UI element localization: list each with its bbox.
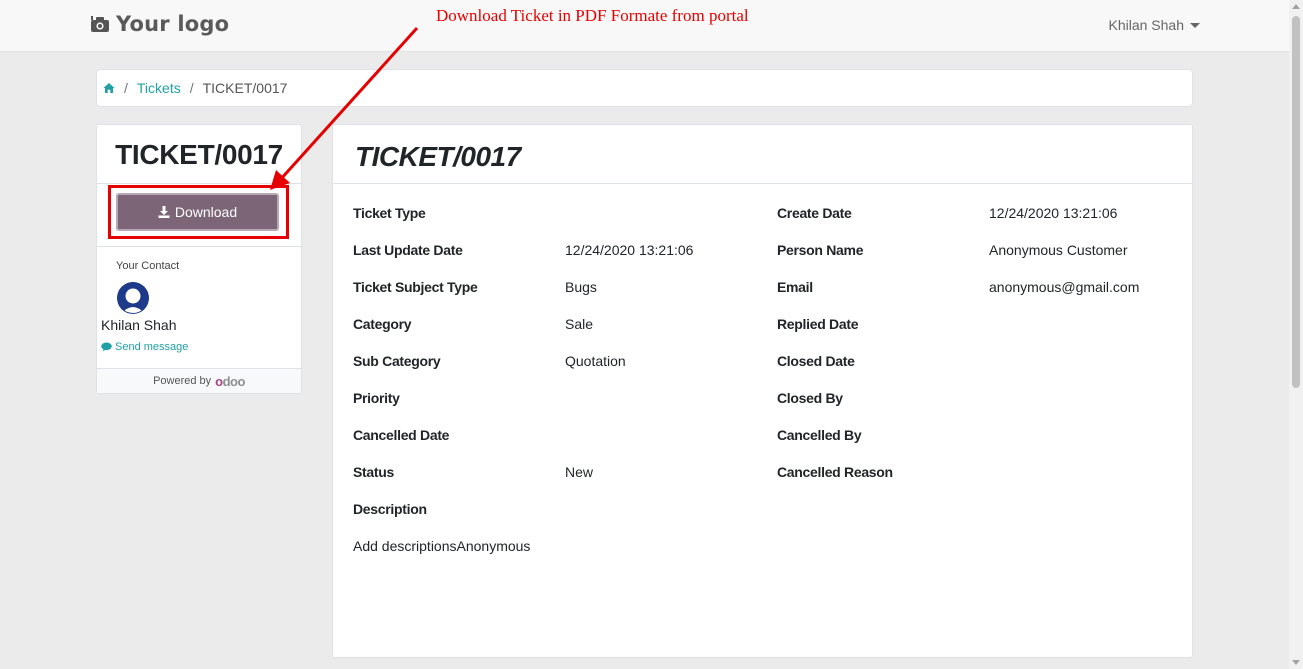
user-name: Khilan Shah	[1108, 17, 1184, 33]
field-value-status: New	[565, 464, 594, 480]
breadcrumb-tickets-link[interactable]: Tickets	[137, 80, 181, 96]
field-label-person-name: Person Name	[777, 242, 864, 258]
field-value-last-update-date: 12/24/2020 13:21:06	[565, 242, 694, 258]
ticket-title: TICKET/0017	[355, 141, 521, 172]
caret-down-icon	[1190, 22, 1200, 28]
field-label-closed-date: Closed Date	[777, 353, 855, 369]
field-label-sub-category: Sub Category	[353, 353, 441, 369]
logo-text: Your logo	[116, 12, 230, 36]
user-menu-dropdown[interactable]: Khilan Shah	[1108, 17, 1200, 33]
comment-icon	[101, 342, 112, 352]
field-label-description: Description	[353, 501, 427, 517]
ticket-sidebar-card: TICKET/0017 Download Your Contact Khilan…	[96, 124, 302, 394]
field-label-email: Email	[777, 279, 813, 295]
page-scrollbar[interactable]	[1289, 0, 1303, 669]
send-message-link[interactable]: Send message	[101, 341, 188, 353]
camera-icon	[91, 16, 109, 32]
field-label-category: Category	[353, 316, 412, 332]
field-value-create-date: 12/24/2020 13:21:06	[989, 205, 1118, 221]
avatar	[117, 282, 149, 314]
divider	[97, 246, 301, 247]
breadcrumb: / Tickets / TICKET/0017	[96, 69, 1193, 107]
send-message-label: Send message	[115, 341, 189, 353]
scroll-up-arrow-icon[interactable]	[1292, 4, 1300, 9]
contact-name: Khilan Shah	[101, 317, 177, 333]
odoo-logo[interactable]: odoo	[215, 374, 245, 389]
field-label-last-update-date: Last Update Date	[353, 242, 463, 258]
breadcrumb-separator: /	[124, 80, 128, 96]
field-label-closed-by: Closed By	[777, 390, 843, 406]
field-label-cancelled-date: Cancelled Date	[353, 427, 450, 443]
field-value-sub-category: Quotation	[565, 353, 626, 369]
contact-label: Your Contact	[116, 260, 180, 272]
field-label-ticket-type: Ticket Type	[353, 205, 426, 221]
field-value-category: Sale	[565, 316, 594, 332]
field-label-cancelled-by: Cancelled By	[777, 427, 862, 443]
download-label: Download	[174, 204, 238, 220]
divider	[333, 183, 1192, 184]
powered-by-label: Powered by	[153, 375, 212, 387]
divider	[97, 183, 301, 184]
scroll-down-arrow-icon[interactable]	[1292, 660, 1300, 665]
field-label-ticket-subject-type: Ticket Subject Type	[353, 279, 478, 295]
field-label-cancelled-reason: Cancelled Reason	[777, 464, 893, 480]
sidebar-ticket-title: TICKET/0017	[115, 139, 283, 170]
field-value-person-name: Anonymous Customer	[989, 242, 1128, 258]
scrollbar-thumb[interactable]	[1292, 16, 1300, 388]
breadcrumb-current: TICKET/0017	[202, 80, 288, 96]
breadcrumb-separator: /	[189, 80, 194, 96]
field-label-status: Status	[353, 464, 394, 480]
home-icon[interactable]	[103, 82, 115, 94]
download-icon	[158, 206, 170, 218]
site-logo[interactable]: Your logo	[90, 12, 229, 36]
field-value-email: anonymous@gmail.com	[989, 279, 1140, 295]
field-label-create-date: Create Date	[777, 205, 852, 221]
powered-by-footer: Powered by odoo	[97, 368, 301, 393]
download-button[interactable]: Download	[116, 193, 279, 231]
field-value-ticket-subject-type: Bugs	[565, 279, 597, 295]
field-label-priority: Priority	[353, 390, 400, 406]
annotation-text: Download Ticket in PDF Formate from port…	[436, 6, 749, 25]
field-label-replied-date: Replied Date	[777, 316, 859, 332]
ticket-detail-card: TICKET/0017 Ticket Type Last Update Date…	[332, 124, 1193, 658]
description-text: Add descriptionsAnonymous	[353, 538, 531, 554]
